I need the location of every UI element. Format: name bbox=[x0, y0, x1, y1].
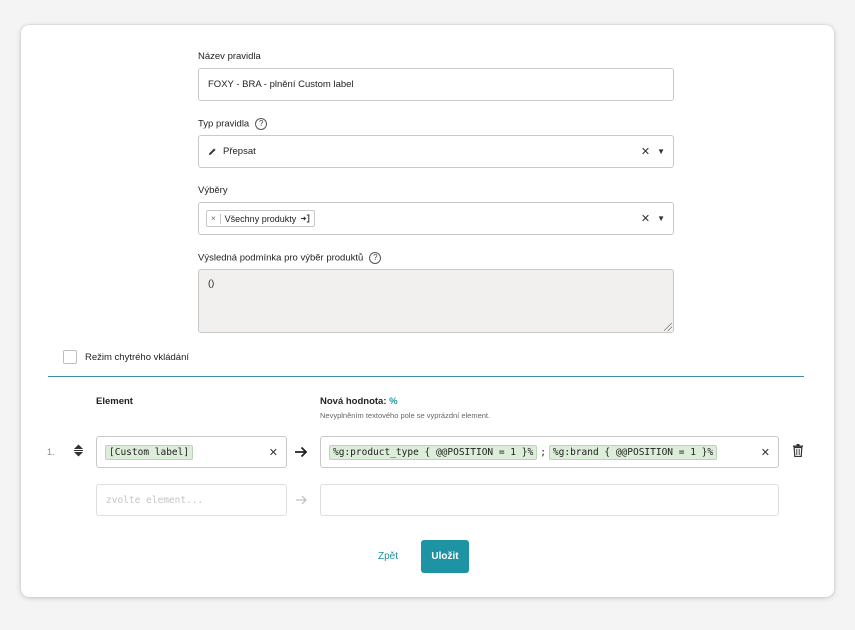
trash-icon[interactable] bbox=[793, 444, 803, 462]
condition-label: Výsledná podmínka pro výběr produktů? bbox=[198, 252, 382, 264]
smart-insert-label: Režim chytrého vkládání bbox=[85, 352, 190, 363]
help-icon[interactable]: ? bbox=[255, 118, 268, 130]
element-header: Element bbox=[96, 396, 133, 407]
rule-type-label-text: Typ pravidla bbox=[198, 118, 250, 130]
rule-editor-card: Název pravidla FOXY - BRA - plnění Custo… bbox=[21, 25, 834, 597]
selection-chip[interactable]: × Všechny produkty bbox=[206, 210, 316, 227]
clear-icon[interactable]: ✕ bbox=[761, 446, 770, 459]
value-hint: Nevyplněním textového pole se vyprázdní … bbox=[320, 411, 491, 420]
value-separator: ; bbox=[540, 446, 546, 458]
selections-select[interactable]: × Všechny produkty ✕ ▼ bbox=[198, 202, 674, 235]
chevron-down-icon[interactable]: ▼ bbox=[657, 147, 665, 156]
value-header-text: Nová hodnota: bbox=[320, 396, 387, 407]
pencil-icon bbox=[208, 147, 217, 156]
value-header-suffix: % bbox=[389, 396, 398, 407]
rule-name-input[interactable]: FOXY - BRA - plnění Custom label bbox=[198, 68, 674, 101]
chip-label: Všechny produkty bbox=[224, 213, 297, 224]
condition-textarea: () bbox=[198, 269, 674, 333]
arrow-right-icon bbox=[295, 493, 308, 511]
chevron-down-icon[interactable]: ▼ bbox=[657, 214, 665, 223]
value-token-product-type: %g:product_type { @@POSITION = 1 }% bbox=[329, 444, 538, 460]
smart-insert-checkbox[interactable] bbox=[63, 350, 77, 364]
new-element-placeholder: zvolte element... bbox=[106, 494, 204, 506]
rule-type-value: Přepsat bbox=[223, 146, 256, 157]
value-header: Nová hodnota: % bbox=[320, 396, 398, 407]
arrow-right-icon bbox=[294, 445, 308, 463]
element-select[interactable]: [Custom label] ✕ bbox=[96, 436, 287, 468]
save-button[interactable]: Uložit bbox=[421, 540, 469, 573]
value-token-brand: %g:brand { @@POSITION = 1 }% bbox=[548, 444, 718, 460]
rule-name-label: Název pravidla bbox=[198, 51, 261, 62]
rule-name-value: FOXY - BRA - plnění Custom label bbox=[208, 79, 354, 90]
chip-remove-icon[interactable]: × bbox=[211, 214, 216, 223]
new-element-select[interactable]: zvolte element... bbox=[96, 484, 287, 516]
clear-icon[interactable]: ✕ bbox=[641, 212, 650, 225]
rule-type-label: Typ pravidla? bbox=[198, 118, 268, 130]
value-input[interactable]: %g:product_type { @@POSITION = 1 }% ; %g… bbox=[320, 436, 779, 468]
rule-type-select[interactable]: Přepsat ✕ ▼ bbox=[198, 135, 674, 168]
row-index: 1. bbox=[47, 447, 55, 457]
selections-label: Výběry bbox=[198, 185, 228, 196]
condition-label-text: Výsledná podmínka pro výběr produktů bbox=[198, 252, 364, 264]
chip-separator bbox=[219, 213, 221, 224]
clear-icon[interactable]: ✕ bbox=[269, 446, 278, 459]
section-divider bbox=[48, 376, 804, 377]
drag-handle-icon[interactable] bbox=[73, 444, 84, 462]
help-icon[interactable]: ? bbox=[369, 252, 382, 264]
clear-icon[interactable]: ✕ bbox=[641, 145, 650, 158]
back-button[interactable]: Zpět bbox=[378, 551, 398, 562]
element-token: [Custom label] bbox=[105, 444, 194, 460]
new-value-input[interactable] bbox=[320, 484, 779, 516]
login-icon[interactable] bbox=[300, 214, 310, 223]
